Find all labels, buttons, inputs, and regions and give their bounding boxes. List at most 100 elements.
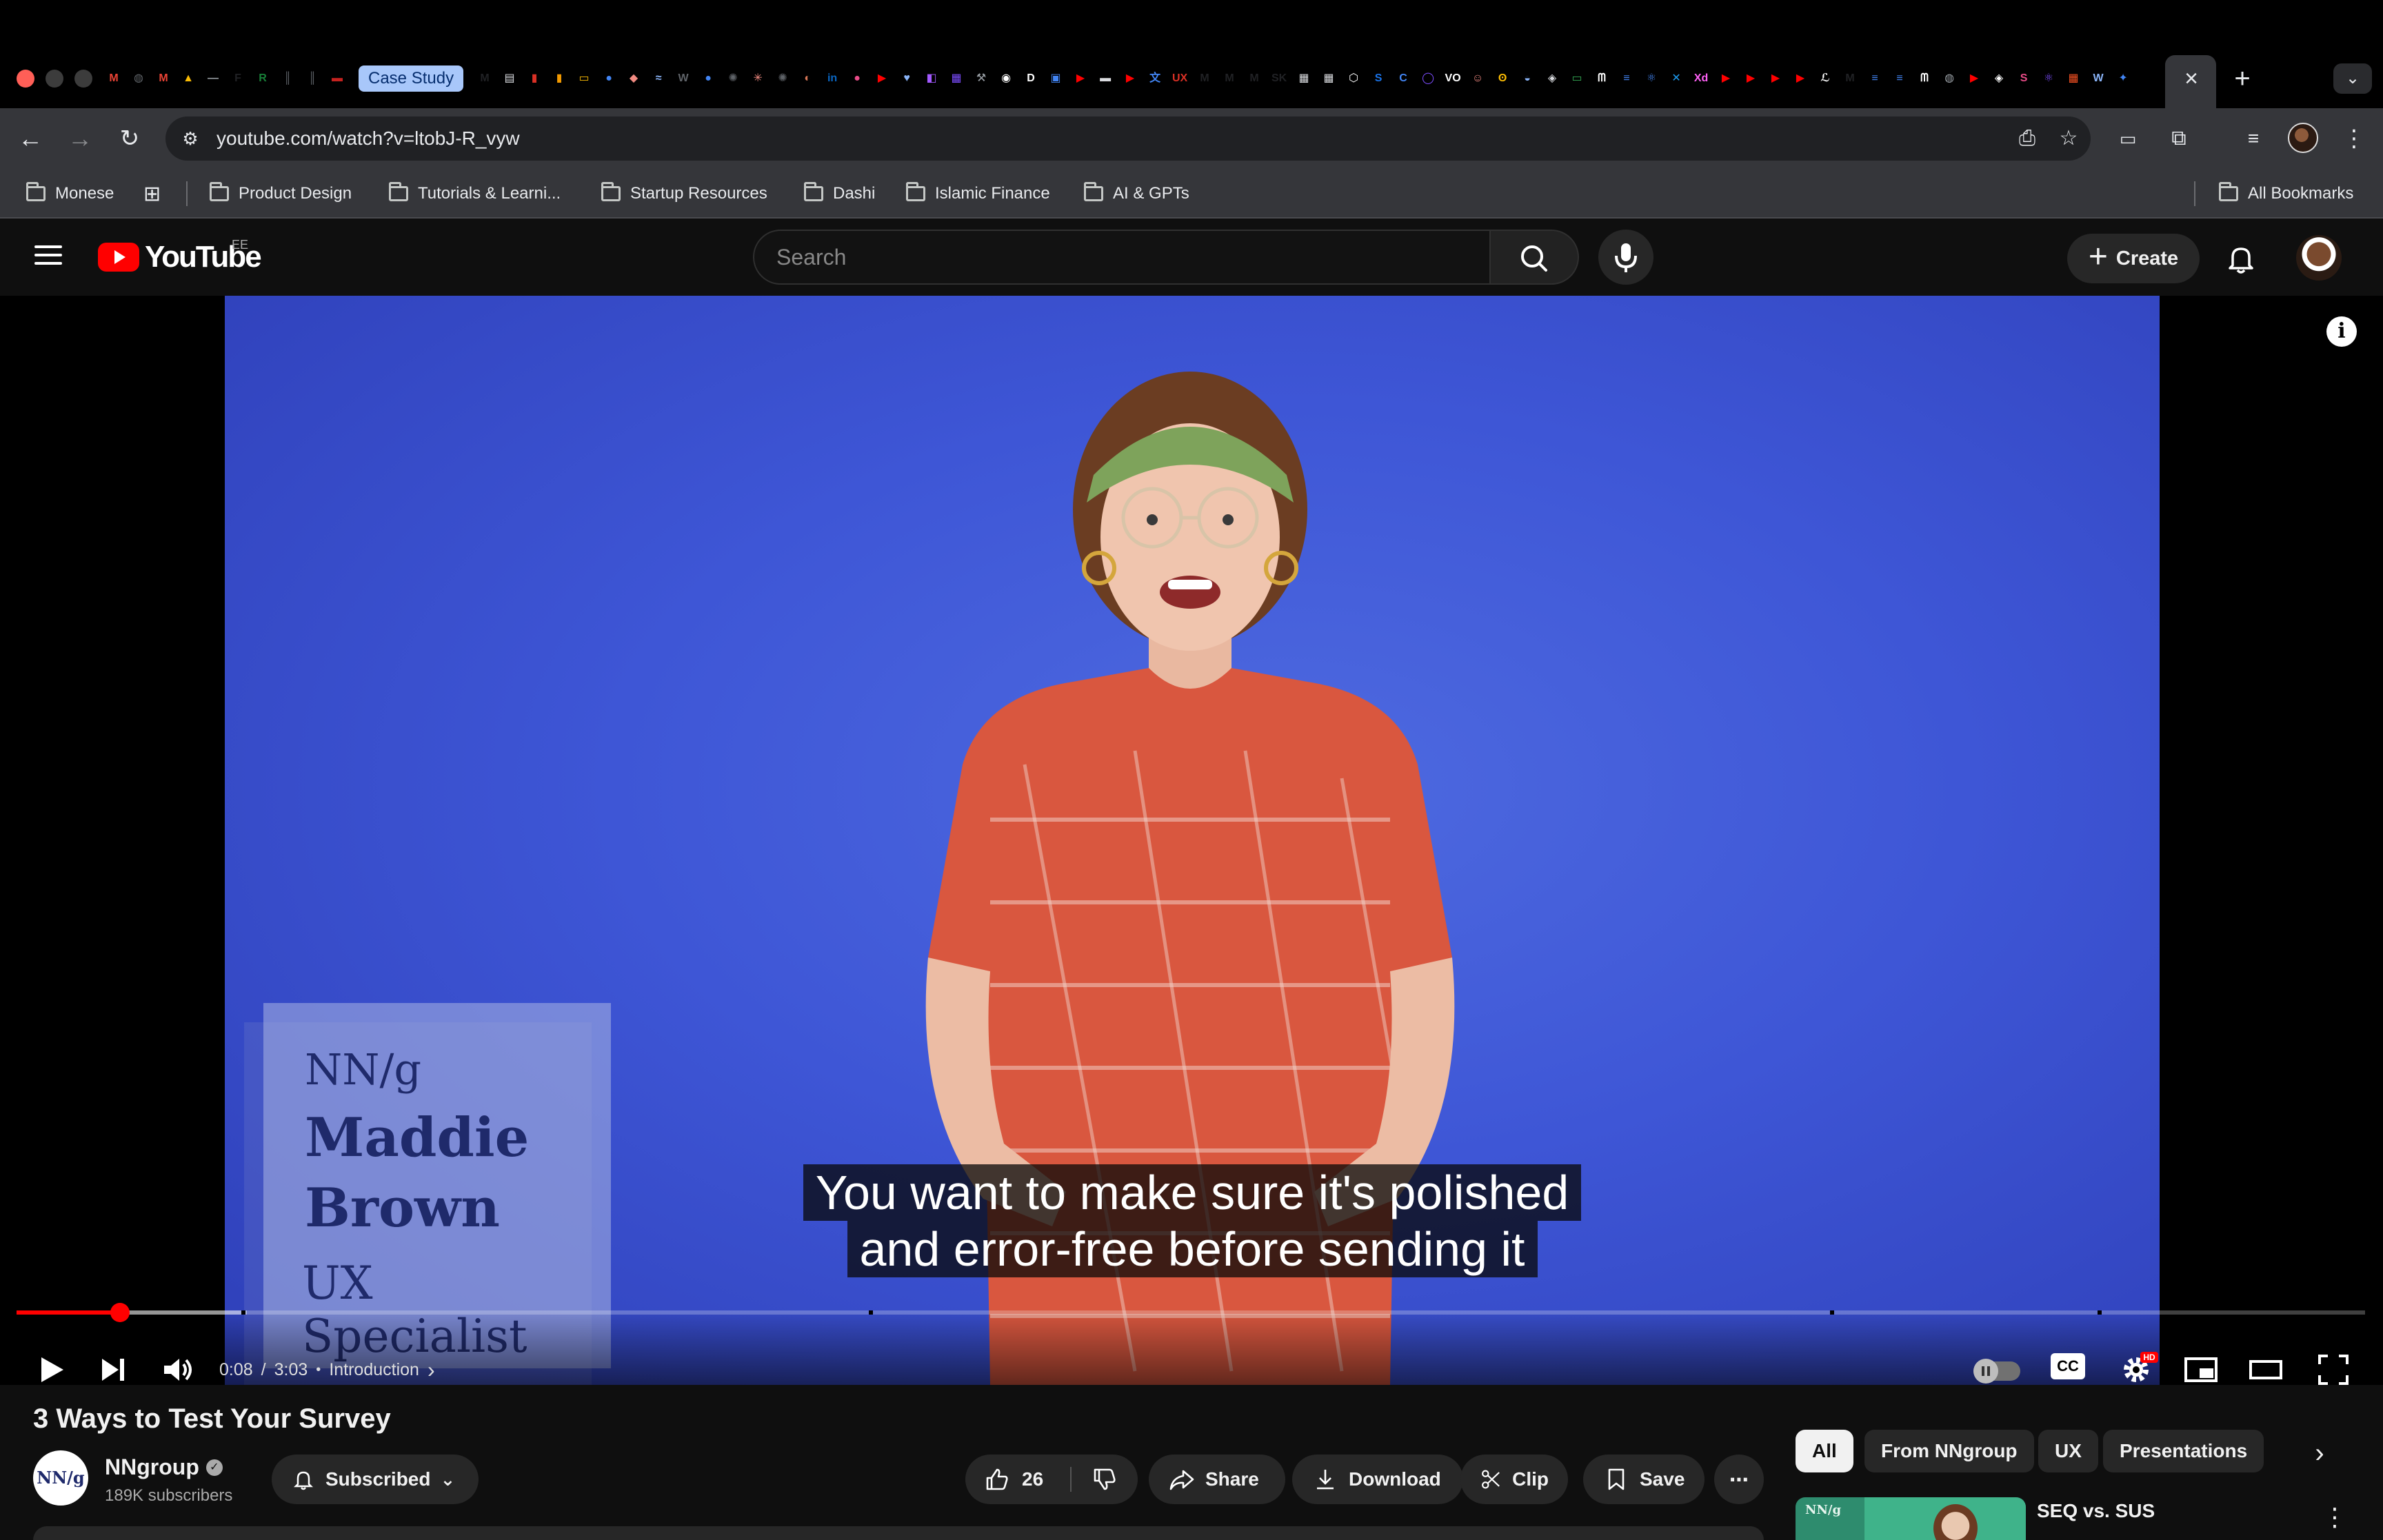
- image-icon[interactable]: ▦: [1318, 68, 1339, 89]
- progress-scrubber-handle[interactable]: [110, 1303, 130, 1322]
- progress-bar[interactable]: [17, 1303, 2365, 1322]
- chip-from-nngroup[interactable]: From NNgroup: [1864, 1430, 2034, 1472]
- url-text[interactable]: youtube.com/watch?v=ltobJ-R_vyw: [217, 116, 520, 161]
- bars-icon[interactable]: ║: [277, 68, 298, 89]
- red-doc-icon[interactable]: ▮: [524, 68, 545, 89]
- drive-icon[interactable]: ▲: [178, 68, 199, 89]
- chip-ux[interactable]: UX: [2038, 1430, 2098, 1472]
- globe-icon[interactable]: ◍: [1939, 68, 1960, 89]
- dash-icon[interactable]: —: [203, 68, 223, 89]
- youtube-icon[interactable]: ▶: [1964, 68, 1984, 89]
- dot-icon[interactable]: ●: [599, 68, 619, 89]
- theater-mode-button[interactable]: [2245, 1349, 2286, 1385]
- translate-icon[interactable]: 文: [1145, 68, 1165, 89]
- face-icon[interactable]: ☺: [1467, 68, 1488, 89]
- stack-icon[interactable]: ≡: [1864, 68, 1885, 89]
- r-icon[interactable]: R: [252, 68, 273, 89]
- more-actions-button[interactable]: ⋯: [1714, 1455, 1764, 1504]
- hamburger-menu-icon[interactable]: [32, 241, 65, 274]
- cast-icon[interactable]: ▭: [2111, 122, 2144, 155]
- s-icon[interactable]: S: [2013, 68, 2034, 89]
- tab-search-button[interactable]: ⌄: [2333, 63, 2372, 94]
- video-player[interactable]: NN/g Maddie Brown UX Specialist You want…: [0, 296, 2383, 1385]
- bookmark-startup-resources[interactable]: Startup Resources: [601, 169, 767, 219]
- address-bar[interactable]: ⚙ youtube.com/watch?v=ltobJ-R_vyw ⎙ ☆: [165, 116, 2091, 161]
- bookmark-islamic-finance[interactable]: Islamic Finance: [906, 169, 1050, 219]
- browser-menu-icon[interactable]: ⋮: [2337, 122, 2371, 155]
- globe-icon[interactable]: ◍: [128, 68, 149, 89]
- slides-icon[interactable]: ▭: [574, 68, 594, 89]
- stack-icon[interactable]: ≡: [1889, 68, 1910, 89]
- window-maximize-button[interactable]: [74, 70, 92, 88]
- youtube-icon[interactable]: ▶: [1716, 68, 1736, 89]
- medium-icon[interactable]: M: [1244, 68, 1265, 89]
- tool-icon[interactable]: ⚒: [971, 68, 992, 89]
- bookmark-monese[interactable]: Monese: [26, 169, 114, 219]
- flag-icon[interactable]: ▬: [327, 68, 348, 89]
- dislike-button[interactable]: [1072, 1455, 1138, 1504]
- site-info-icon[interactable]: ⚙: [177, 125, 204, 152]
- figma-icon[interactable]: ◧: [921, 68, 942, 89]
- fullscreen-button[interactable]: [2313, 1349, 2354, 1385]
- next-video-button[interactable]: [92, 1349, 134, 1385]
- all-bookmarks-button[interactable]: All Bookmarks: [2219, 169, 2353, 219]
- notifications-bell-icon[interactable]: [2222, 239, 2260, 278]
- s-icon[interactable]: S: [1368, 68, 1389, 89]
- swirl-icon[interactable]: ◒: [1517, 68, 1538, 89]
- window-close-button[interactable]: [17, 70, 34, 88]
- dribbble-icon[interactable]: ●: [847, 68, 867, 89]
- subscribed-button[interactable]: Subscribed ⌄: [272, 1455, 479, 1504]
- heart-icon[interactable]: ♥: [896, 68, 917, 89]
- xd-icon[interactable]: Xd: [1691, 68, 1711, 89]
- c-icon[interactable]: C: [1393, 68, 1414, 89]
- medium-icon[interactable]: M: [1219, 68, 1240, 89]
- chevron-right-icon[interactable]: ›: [2300, 1434, 2339, 1472]
- search-button[interactable]: [1491, 230, 1579, 285]
- tab-group-case-study[interactable]: Case Study: [359, 65, 464, 92]
- window-minimize-button[interactable]: [46, 70, 63, 88]
- user-avatar[interactable]: [2296, 235, 2342, 281]
- channel-avatar[interactable]: NN/g: [33, 1450, 88, 1506]
- book-icon[interactable]: ▮: [549, 68, 570, 89]
- chip-all[interactable]: All: [1796, 1430, 1853, 1472]
- dot-icon[interactable]: ●: [698, 68, 718, 89]
- video-frame[interactable]: NN/g Maddie Brown UX Specialist You want…: [225, 296, 2160, 1385]
- atom-icon[interactable]: ⚛: [1641, 68, 1662, 89]
- medium-icon[interactable]: M: [1840, 68, 1860, 89]
- tab-close-icon[interactable]: ×: [2178, 65, 2205, 92]
- miniplayer-button[interactable]: [2180, 1349, 2222, 1385]
- diamond-icon[interactable]: ◈: [1542, 68, 1562, 89]
- card-icon[interactable]: ▬: [1095, 68, 1116, 89]
- bookmark-star-icon[interactable]: ☆: [2055, 125, 2082, 152]
- medium-icon[interactable]: M: [1194, 68, 1215, 89]
- bookmark-product-design[interactable]: Product Design: [210, 169, 352, 219]
- recommended-thumbnail[interactable]: NN/g: [1796, 1497, 2026, 1540]
- github-icon[interactable]: ◉: [996, 68, 1016, 89]
- d-icon[interactable]: D: [1020, 68, 1041, 89]
- youtube-icon[interactable]: ▶: [1790, 68, 1811, 89]
- youtube-icon[interactable]: ▶: [872, 68, 892, 89]
- signature-icon[interactable]: ᗰ: [1914, 68, 1935, 89]
- w-icon[interactable]: W: [2088, 68, 2109, 89]
- sparkle-icon[interactable]: ✦: [2113, 68, 2133, 89]
- chapter-title[interactable]: Introduction: [329, 1349, 419, 1385]
- gmail-icon[interactable]: M: [103, 68, 124, 89]
- channel-name-row[interactable]: NNgroup ✓: [105, 1455, 223, 1480]
- bookmark-tutorials[interactable]: Tutorials & Learni...: [389, 169, 561, 219]
- image-icon[interactable]: ▦: [1294, 68, 1314, 89]
- description-box[interactable]: [33, 1526, 1764, 1540]
- info-icon[interactable]: i: [2326, 316, 2357, 347]
- extensions-icon[interactable]: ⧉: [2162, 122, 2195, 155]
- youtube-icon[interactable]: ▶: [1765, 68, 1786, 89]
- browser-profile-avatar[interactable]: [2288, 123, 2318, 153]
- f-icon[interactable]: F: [228, 68, 248, 89]
- autoplay-toggle[interactable]: [1973, 1359, 2020, 1384]
- youtube-icon[interactable]: ▶: [1070, 68, 1091, 89]
- subtitles-cc-button[interactable]: CC: [2051, 1353, 2085, 1379]
- save-button[interactable]: Save: [1583, 1455, 1705, 1504]
- claude-icon[interactable]: ◐: [797, 68, 818, 89]
- apps-grid-icon[interactable]: ⊞: [143, 169, 161, 219]
- image-icon[interactable]: ▦: [946, 68, 967, 89]
- youtube-icon[interactable]: ▶: [1740, 68, 1761, 89]
- vo-icon[interactable]: VO: [1442, 68, 1463, 89]
